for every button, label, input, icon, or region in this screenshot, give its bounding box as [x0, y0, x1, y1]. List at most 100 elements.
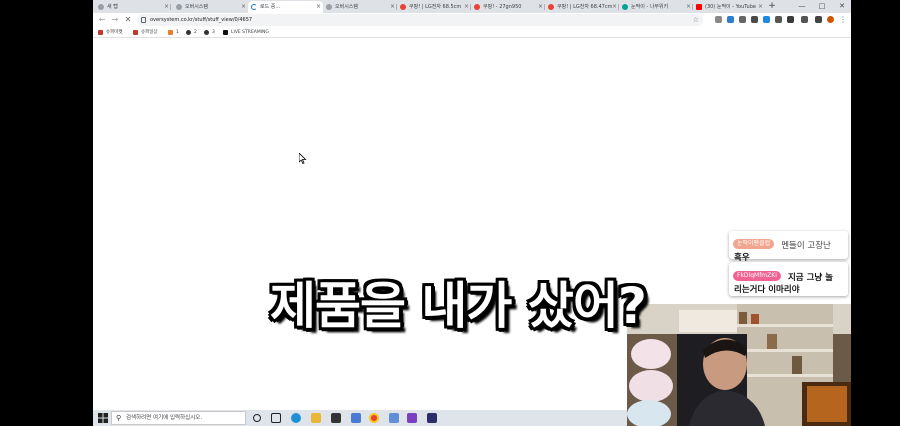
bookmark-label: 3 [212, 30, 215, 35]
taskbar-search-input[interactable]: ⚲ 검색하려면 여기에 입력하십시오. [111, 411, 246, 425]
bookmark-item[interactable]: 슈퍼마켓 [98, 27, 123, 38]
tab-4[interactable]: 오버시스템 × [323, 1, 397, 13]
bookmark-label: 슈퍼마켓 [106, 30, 123, 35]
browser-toolbar: ← → ✕ oversystem.co.kr/stuff/stuff_view/… [93, 13, 851, 27]
chat-message-2: FkDlqMfmZKi 지금 그냥 놀 리는거다 이마리야 [729, 262, 848, 296]
chat-text: 리는거다 이마리야 [734, 285, 800, 295]
bookmark-favicon-icon [98, 30, 103, 35]
extension-icon[interactable] [775, 16, 782, 23]
search-placeholder: 검색하려면 여기에 입력하십시오. [126, 415, 203, 421]
chat-username: 눈딱이팬클럽 [733, 238, 775, 249]
tab-5[interactable]: 쿠팡! | LG전자 68.5cm × [397, 1, 471, 13]
back-button[interactable]: ← [96, 14, 108, 26]
bookmark-item[interactable]: 3 [204, 27, 215, 38]
bookmark-favicon-icon [133, 30, 138, 35]
stop-loading-button[interactable]: ✕ [122, 14, 134, 26]
close-tab-icon[interactable]: × [686, 1, 691, 13]
close-tab-icon[interactable]: × [758, 1, 763, 13]
tab-7[interactable]: 쿠팡! | LG전자 68.47cm × [545, 1, 619, 13]
tab-favicon-icon [326, 4, 332, 10]
webcam-overlay [627, 304, 851, 426]
tab-label: 쿠팡! | LG전자 68.47cm [557, 4, 613, 10]
obs-icon[interactable] [427, 413, 437, 423]
twitch-icon[interactable] [407, 413, 417, 423]
file-explorer-icon[interactable] [311, 413, 321, 423]
close-tab-icon[interactable]: × [538, 1, 543, 13]
bookmark-label: LIVE STREAMING [231, 30, 269, 35]
tab-label: 새 탭 [107, 4, 118, 10]
maximize-button[interactable]: □ [815, 0, 829, 13]
extension-icon[interactable] [715, 16, 722, 23]
store-icon[interactable] [331, 413, 341, 423]
stream-subtitle-caption: 제품을 내가 샀어? [270, 277, 647, 335]
tab-label: (30) 눈딱이 - YouTube [705, 4, 756, 10]
app-icon[interactable] [389, 413, 399, 423]
search-icon: ⚲ [116, 414, 122, 422]
edge-icon[interactable] [291, 413, 301, 423]
minimize-button[interactable]: — [795, 0, 809, 13]
chrome-icon[interactable] [369, 413, 379, 423]
extension-icon[interactable] [739, 16, 746, 23]
tab-1[interactable]: 새 탭 × [95, 1, 171, 13]
new-tab-button[interactable]: + [767, 0, 777, 13]
cortana-icon[interactable] [253, 414, 261, 422]
close-tab-icon[interactable]: × [164, 1, 169, 13]
task-view-icon[interactable] [271, 413, 281, 423]
lock-icon [141, 17, 146, 23]
forward-button[interactable]: → [109, 14, 121, 26]
tab-label: 쿠팡! | LG전자 68.5cm [409, 4, 462, 10]
loading-spinner-icon [251, 4, 257, 10]
bookmark-item[interactable]: 2 [186, 27, 197, 38]
tab-8[interactable]: 눈딱이 - 나무위키 × [619, 1, 693, 13]
bookmark-item[interactable]: LIVE STREAMING [223, 27, 269, 38]
extensions-puzzle-icon[interactable] [801, 16, 808, 23]
chat-text: 지금 그냥 놀 [787, 273, 833, 283]
tab-9[interactable]: (30) 눈딱이 - YouTube × [693, 1, 765, 13]
mail-icon[interactable] [351, 413, 361, 423]
bookmark-label: 슈퍼일상 [141, 30, 158, 35]
tab-6[interactable]: 쿠팡! - 27gn950 × [471, 1, 545, 13]
tab-3-active[interactable]: 로드 중... × [248, 1, 323, 13]
close-tab-icon[interactable]: × [464, 1, 469, 13]
menu-dots-icon[interactable]: ⋮ [839, 13, 847, 27]
tab-label: 눈딱이 - 나무위키 [631, 4, 669, 10]
bookmark-favicon-icon [223, 30, 228, 35]
extension-icon[interactable] [751, 16, 758, 23]
bookmark-label: 1 [176, 30, 179, 35]
media-control-icon[interactable] [815, 16, 822, 23]
bookmark-item[interactable]: 1 [168, 27, 179, 38]
chat-message-1: 눈딱이팬클럽 멘들이 고장난 흑우 [729, 231, 848, 263]
tab-2[interactable]: 오버시스템 × [173, 1, 248, 13]
close-tab-icon[interactable]: × [612, 1, 617, 13]
screen: 새 탭 × 오버시스템 × 로드 중... × 오버시스템 × 쿠팡! | LG… [0, 0, 900, 426]
extension-icon[interactable] [787, 16, 794, 23]
url-text: oversystem.co.kr/stuff/stuff_view/0/4657 [150, 17, 253, 23]
mouse-cursor-icon [299, 153, 307, 164]
close-window-button[interactable]: ✕ [835, 0, 849, 13]
close-tab-icon[interactable]: × [241, 1, 246, 13]
tab-label: 오버시스템 [335, 4, 359, 10]
close-tab-icon[interactable]: × [316, 1, 321, 13]
tab-favicon-icon [98, 4, 104, 10]
profile-avatar[interactable] [827, 16, 834, 23]
extension-icon[interactable] [763, 16, 770, 23]
tab-label: 로드 중... [260, 4, 281, 10]
bookmark-star-icon[interactable]: ☆ [693, 14, 699, 26]
tab-favicon-icon [400, 4, 406, 10]
chat-username: FkDlqMfmZKi [733, 270, 781, 281]
extension-icon[interactable] [727, 16, 734, 23]
bookmark-favicon-icon [168, 30, 173, 35]
youtube-icon [696, 4, 702, 10]
streamer-webcam-image [627, 304, 851, 426]
tab-strip: 새 탭 × 오버시스템 × 로드 중... × 오버시스템 × 쿠팡! | LG… [93, 0, 851, 13]
chat-text: 멘들이 고장난 [781, 241, 831, 251]
tab-favicon-icon [622, 4, 628, 10]
bookmark-favicon-icon [204, 30, 209, 35]
tab-favicon-icon [474, 4, 480, 10]
bookmark-item[interactable]: 슈퍼일상 [133, 27, 158, 38]
bookmark-favicon-icon [186, 30, 191, 35]
tab-label: 오버시스템 [185, 4, 209, 10]
close-tab-icon[interactable]: × [390, 1, 395, 13]
windows-start-icon[interactable] [98, 413, 108, 423]
address-bar[interactable]: oversystem.co.kr/stuff/stuff_view/0/4657… [137, 14, 703, 26]
